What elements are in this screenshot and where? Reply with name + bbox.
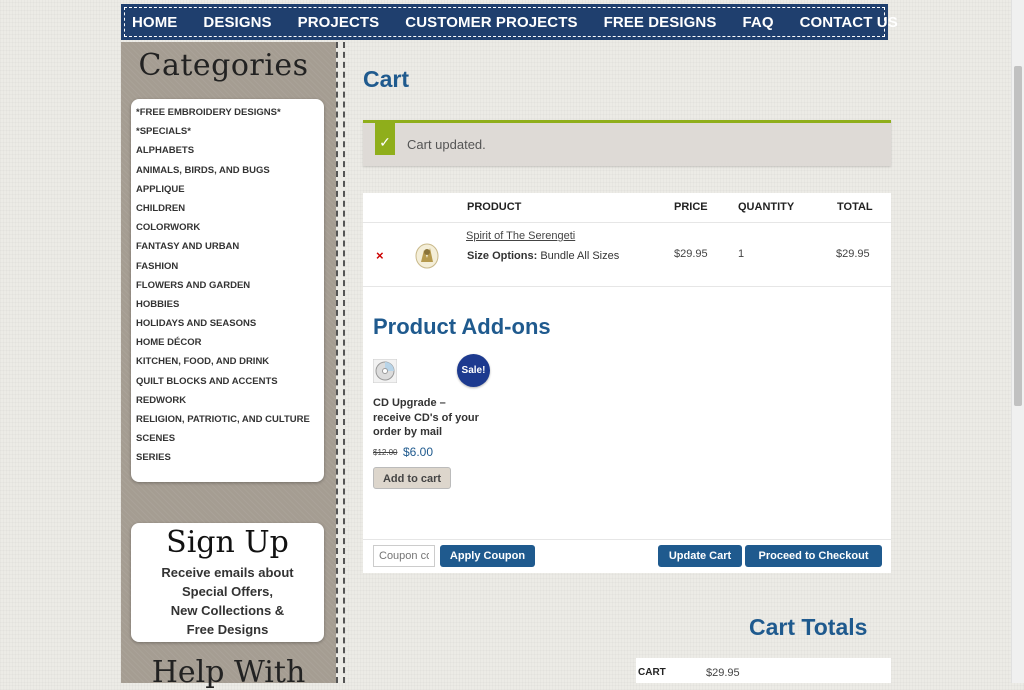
addon-name[interactable]: CD Upgrade – receive CD's of your order …	[373, 396, 483, 440]
page-scrollbar[interactable]	[1011, 0, 1024, 683]
signup-line: Special Offers,	[181, 584, 274, 599]
size-options-label: Size Options:	[467, 250, 538, 262]
add-to-cart-button[interactable]: Add to cart	[373, 467, 451, 489]
table-divider	[363, 286, 891, 287]
update-cart-button[interactable]: Update Cart	[658, 545, 742, 567]
category-item[interactable]: KITCHEN, FOOD, AND DRINK	[136, 354, 324, 373]
top-nav-inner: HOME DESIGNS PROJECTS CUSTOMER PROJECTS …	[124, 7, 898, 37]
page-title: Cart	[363, 66, 410, 92]
totals-row-value: $29.95	[706, 667, 740, 679]
cart-panel: PRODUCT PRICE QUANTITY TOTAL × Spirit of…	[363, 193, 891, 573]
category-item[interactable]: FASHION	[136, 259, 324, 278]
categories-box: *FREE EMBROIDERY DESIGNS* *SPECIALS* ALP…	[131, 99, 324, 482]
category-item[interactable]: APPLIQUE	[136, 182, 324, 201]
scrollbar-thumb[interactable]	[1014, 66, 1022, 406]
check-icon: ✓	[375, 120, 395, 155]
category-item[interactable]: FANTASY AND URBAN	[136, 239, 324, 258]
cd-icon[interactable]	[372, 358, 398, 384]
category-item[interactable]: ALPHABETS	[136, 143, 324, 162]
header-total: TOTAL	[837, 201, 873, 213]
category-item[interactable]: SCENES	[136, 431, 324, 450]
nav-designs[interactable]: DESIGNS	[203, 14, 271, 31]
checkout-button[interactable]: Proceed to Checkout	[745, 545, 882, 567]
table-divider	[363, 539, 891, 540]
top-nav: HOME DESIGNS PROJECTS CUSTOMER PROJECTS …	[121, 4, 898, 40]
addon-old-price: $12.00	[373, 448, 398, 457]
nav-customer-projects[interactable]: CUSTOMER PROJECTS	[405, 14, 577, 31]
size-options: Size Options: Bundle All Sizes	[467, 250, 619, 262]
size-options-value: Bundle All Sizes	[540, 250, 620, 262]
categories-heading: Categories	[138, 48, 309, 83]
category-item[interactable]: QUILT BLOCKS AND ACCENTS	[136, 374, 324, 393]
category-list: *FREE EMBROIDERY DESIGNS* *SPECIALS* ALP…	[131, 99, 324, 470]
row-price: $29.95	[674, 248, 708, 260]
table-divider	[363, 222, 891, 223]
sale-badge: Sale!	[457, 354, 490, 387]
header-price: PRICE	[674, 201, 708, 213]
category-item[interactable]: *FREE EMBROIDERY DESIGNS*	[136, 105, 324, 124]
signup-text: Receive emails about Special Offers, New…	[131, 563, 324, 639]
row-quantity[interactable]: 1	[738, 248, 744, 260]
remove-item-icon[interactable]: ×	[376, 248, 384, 263]
nav-projects[interactable]: PROJECTS	[298, 14, 380, 31]
category-item[interactable]: HOBBIES	[136, 297, 324, 316]
nav-faq[interactable]: FAQ	[742, 14, 773, 31]
totals-row-label: CART	[638, 667, 666, 678]
sidebar-divider	[336, 42, 345, 683]
category-item[interactable]: HOLIDAYS AND SEASONS	[136, 316, 324, 335]
help-heading: Help With	[151, 655, 306, 690]
signup-line: Receive emails about	[161, 565, 294, 580]
cart-totals-title: Cart Totals	[749, 614, 868, 640]
signup-line: New Collections &	[170, 603, 285, 618]
signup-title: Sign Up	[166, 525, 289, 560]
nav-free-designs[interactable]: FREE DESIGNS	[604, 14, 717, 31]
cart-totals-box: CART $29.95	[636, 658, 891, 683]
category-item[interactable]: REDWORK	[136, 393, 324, 412]
category-item[interactable]: *SPECIALS*	[136, 124, 324, 143]
header-quantity: QUANTITY	[738, 201, 795, 213]
row-total: $29.95	[836, 248, 870, 260]
category-item[interactable]: COLORWORK	[136, 220, 324, 239]
notice-text: Cart updated.	[407, 137, 486, 152]
apply-coupon-button[interactable]: Apply Coupon	[440, 545, 535, 567]
product-name-link[interactable]: Spirit of The Serengeti	[466, 230, 575, 242]
header-product: PRODUCT	[467, 201, 522, 213]
category-item[interactable]: FLOWERS AND GARDEN	[136, 278, 324, 297]
sidebar: Categories *FREE EMBROIDERY DESIGNS* *SP…	[121, 42, 336, 690]
signup-box[interactable]: Sign Up Receive emails about Special Off…	[131, 523, 324, 642]
category-item[interactable]: CHILDREN	[136, 201, 324, 220]
category-item[interactable]: RELIGION, PATRIOTIC, AND CULTURE	[136, 412, 324, 431]
addons-title: Product Add-ons	[373, 314, 551, 339]
nav-contact-us[interactable]: CONTACT US	[800, 14, 898, 31]
category-item[interactable]: HOME DÉCOR	[136, 335, 324, 354]
signup-line: Free Designs	[186, 622, 269, 637]
coupon-input[interactable]	[373, 545, 435, 567]
product-thumbnail[interactable]	[414, 240, 440, 270]
category-item[interactable]: SERIES	[136, 450, 324, 469]
nav-home[interactable]: HOME	[132, 14, 177, 31]
category-item[interactable]: ANIMALS, BIRDS, AND BUGS	[136, 163, 324, 182]
cart-updated-notice: ✓ Cart updated.	[363, 120, 891, 166]
addon-new-price: $6.00	[403, 445, 434, 459]
